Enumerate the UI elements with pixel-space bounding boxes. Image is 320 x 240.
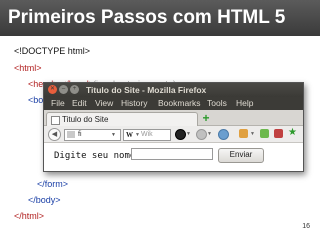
slide-title: Primeiros Passos com HTML 5 [8,7,286,28]
slide-header: Primeiros Passos com HTML 5 [0,0,320,36]
url-bar[interactable]: fi ▼ [64,129,121,141]
wikipedia-icon[interactable]: W [126,130,133,140]
dropdown-arrow-icon[interactable]: ▼ [111,130,116,140]
menu-tools[interactable]: Tools [207,97,227,110]
search-dropdown-icon[interactable]: ▼ [135,130,140,140]
code-doctype: <!DOCTYPE html> [14,46,91,56]
code-html-close: </html> [14,211,45,221]
addon-red-icon[interactable] [274,129,283,138]
new-tab-plus-icon[interactable]: + [201,112,211,124]
extension-dropdown-icon[interactable]: ▼ [250,129,255,139]
status-circle-icon[interactable] [196,129,207,140]
menu-history[interactable]: History [121,97,147,110]
tab-current[interactable]: Titulo do Site [46,112,198,126]
adblock-icon[interactable] [175,129,186,140]
menu-edit[interactable]: Edit [72,97,87,110]
menu-help[interactable]: Help [236,97,253,110]
search-text: Wik [141,131,153,138]
window-titlebar: ✕ – + Titulo do Site - Mozilla Firefox [44,83,303,97]
bookmark-star-icon[interactable]: ★ [288,127,297,139]
menu-bookmarks[interactable]: Bookmarks [158,97,201,110]
window-title: Titulo do Site - Mozilla Firefox [86,85,207,95]
adblock-dropdown-icon[interactable]: ▼ [186,129,191,139]
addon-icon[interactable] [260,129,269,138]
page-number: 16 [302,223,310,230]
navigation-toolbar: ◀ fi ▼ W ▼ Wik ▼ ▼ ▼ ★ [44,126,303,143]
tab-bar: Titulo do Site + [44,110,303,126]
tab-label: Titulo do Site [62,115,109,124]
search-bar[interactable]: W ▼ Wik [123,129,171,141]
status-dropdown-icon[interactable]: ▼ [207,129,212,139]
back-icon[interactable]: ◀ [48,128,61,141]
maximize-icon[interactable]: + [70,85,79,94]
page-favicon-icon [51,116,60,125]
extension-icon[interactable] [239,129,248,138]
page-content: Digite seu nome: Enviar [44,143,303,171]
folder-icon [67,131,75,138]
code-html-open: <html> [14,63,42,73]
firefox-window: ✕ – + Titulo do Site - Mozilla Firefox F… [43,82,304,172]
menubar: File Edit View History Bookmarks Tools H… [44,97,303,110]
menu-file[interactable]: File [51,97,65,110]
close-icon[interactable]: ✕ [48,85,57,94]
name-field-label: Digite seu nome: [54,151,141,161]
code-form-close: </form> [37,179,69,189]
minimize-icon[interactable]: – [59,85,68,94]
url-text: fi [78,131,82,138]
code-body-close: </body> [28,195,61,205]
submit-button[interactable]: Enviar [218,148,264,163]
menu-view[interactable]: View [95,97,113,110]
plugin-icon[interactable] [218,129,229,140]
name-input[interactable] [131,148,213,160]
